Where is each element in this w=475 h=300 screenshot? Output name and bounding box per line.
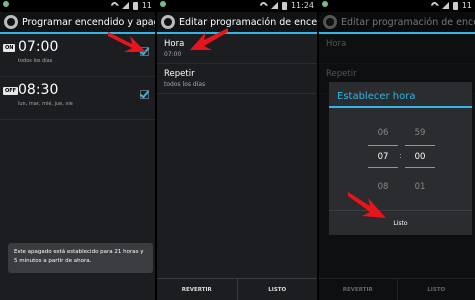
notification-icon	[322, 1, 328, 7]
schedule-row-off[interactable]: OFF 08:30 lun, mar, mié, jue, vie	[0, 77, 155, 120]
battery-icon	[281, 1, 287, 10]
toast-message: Este apagado está establecido para 21 ho…	[8, 243, 153, 273]
wifi-icon	[258, 0, 269, 11]
edit-schedule-screen: 11:24 Editar programación de encendido H…	[157, 0, 317, 300]
dialog-title: Establecer hora	[329, 82, 472, 108]
hour-prev[interactable]: 06	[368, 128, 398, 138]
enable-checkbox[interactable]	[140, 90, 149, 99]
bottom-button-bar: REVERTIR LISTO	[319, 278, 475, 300]
hora-label: Hora	[164, 39, 185, 49]
time-separator: :	[399, 151, 402, 160]
bottom-button-bar: REVERTIR LISTO	[157, 278, 317, 300]
signal-icon	[121, 2, 129, 9]
gear-icon	[323, 15, 337, 29]
hour-divider-top	[368, 145, 398, 146]
red-arrow-icon	[348, 192, 386, 218]
wifi-icon	[429, 0, 440, 11]
schedule-time: 08:30	[18, 82, 59, 98]
action-bar: Editar programación de encendido	[319, 12, 475, 34]
schedule-time: 07:00	[18, 39, 59, 55]
schedule-days: lun, mar, mié, jue, vie	[18, 101, 73, 107]
notification-icon	[160, 1, 166, 7]
repetir-value: todos los días	[164, 81, 206, 88]
hour-divider-bottom	[368, 167, 398, 168]
status-time: 11:24	[290, 1, 314, 10]
minute-prev[interactable]: 59	[405, 128, 435, 138]
battery-icon	[452, 1, 458, 10]
revert-button[interactable]: REVERTIR	[157, 279, 237, 300]
signal-icon	[441, 2, 449, 9]
hour-selected[interactable]: 07	[368, 152, 398, 162]
notification-icon	[3, 1, 9, 7]
status-time: 11	[461, 1, 472, 10]
red-arrow-icon	[108, 32, 146, 52]
hora-setting[interactable]: Hora 07:00	[157, 34, 317, 64]
page-title: Editar programación de encendido	[341, 16, 475, 28]
minute-divider-top	[405, 145, 435, 146]
action-bar: Editar programación de encendido	[157, 12, 317, 34]
red-arrow-icon	[190, 28, 228, 50]
repetir-setting[interactable]: Repetir todos los días	[157, 64, 317, 94]
signal-icon	[270, 2, 278, 9]
status-bar: 11	[319, 0, 475, 12]
done-button: LISTO	[396, 279, 475, 300]
hora-setting: Hora	[319, 34, 475, 64]
hora-label: Hora	[326, 39, 347, 49]
minute-divider-bottom	[405, 167, 435, 168]
wifi-icon	[109, 0, 120, 11]
repetir-label: Repetir	[164, 69, 195, 79]
on-badge: ON	[3, 44, 16, 52]
revert-button: REVERTIR	[342, 286, 373, 293]
minute-selected[interactable]: 00	[405, 152, 435, 162]
off-badge: OFF	[3, 87, 19, 95]
gear-icon[interactable]	[161, 15, 175, 29]
gear-icon[interactable]	[4, 15, 18, 29]
status-time: 11	[141, 1, 152, 10]
schedule-days: todos los días	[18, 58, 53, 64]
battery-icon	[132, 1, 138, 10]
done-button[interactable]: LISTO	[236, 279, 318, 300]
minute-next[interactable]: 01	[405, 182, 435, 192]
hora-value: 07:00	[164, 51, 182, 58]
repetir-label: Repetir	[326, 69, 357, 79]
status-bar: 11:24	[157, 0, 317, 12]
status-bar: 11	[0, 0, 155, 12]
